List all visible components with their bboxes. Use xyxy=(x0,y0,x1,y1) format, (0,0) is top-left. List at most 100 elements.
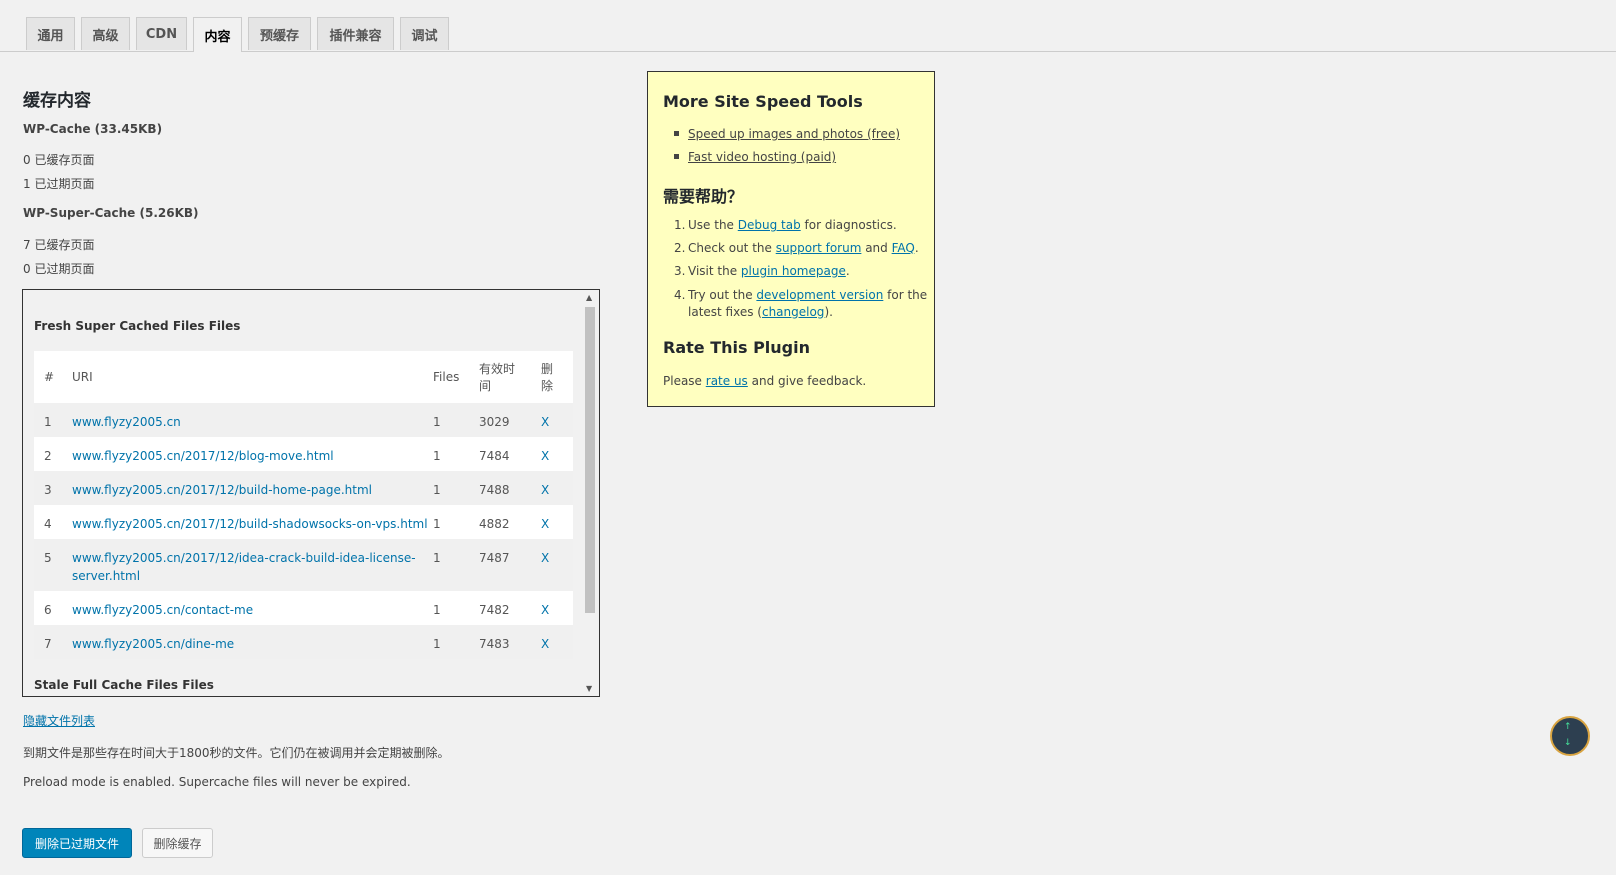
delete-expired-button[interactable]: 删除已过期文件 xyxy=(22,828,132,858)
wp-cache-label: WP-Cache (33.45KB) xyxy=(23,122,163,136)
step-number: 4. xyxy=(674,288,686,302)
scroll-thumb[interactable] xyxy=(585,307,595,613)
scroll-down-arrow-icon[interactable]: ▼ xyxy=(586,684,592,693)
cache-contents-heading: 缓存内容 xyxy=(23,91,91,111)
filebox-scrollbar[interactable]: ▲ ▼ xyxy=(582,291,598,695)
row-uri-link[interactable]: www.flyzy2005.cn/2017/12/build-shadowsoc… xyxy=(72,517,428,531)
row-delete-link[interactable]: X xyxy=(541,449,549,463)
help-sidebar: More Site Speed Tools Speed up images an… xyxy=(647,71,935,407)
upload-arrow-icon: ↑ xyxy=(1564,722,1572,732)
rate-us-link[interactable]: rate us xyxy=(706,374,748,388)
table-row: 1 www.flyzy2005.cn 1 3029 X xyxy=(34,403,573,437)
row-num: 1 xyxy=(44,415,52,429)
tab-plugins[interactable]: 插件兼容 xyxy=(317,17,394,50)
table-row: 5 www.flyzy2005.cn/2017/12/idea-crack-bu… xyxy=(34,539,573,591)
fresh-files-table: # URI Files 有效时间 删除 1 www.flyzy2005.cn 1… xyxy=(34,351,573,659)
network-speed-widget[interactable]: ↑ ↓ xyxy=(1550,716,1590,756)
row-age: 7482 xyxy=(479,603,510,617)
col-header-delete: 删除 xyxy=(541,362,554,393)
row-age: 4882 xyxy=(479,517,510,531)
rate-plugin-heading: Rate This Plugin xyxy=(663,338,810,357)
row-files: 1 xyxy=(433,517,441,531)
row-delete-link[interactable]: X xyxy=(541,517,549,531)
step-number: 1. xyxy=(674,218,686,232)
row-files: 1 xyxy=(433,551,441,565)
row-uri-link[interactable]: www.flyzy2005.cn/2017/12/idea-crack-buil… xyxy=(72,551,416,583)
row-uri-link[interactable]: www.flyzy2005.cn/dine-me xyxy=(72,637,234,651)
changelog-link[interactable]: changelog xyxy=(762,305,824,319)
wp-cache-expired-count: 1 已过期页面 xyxy=(23,177,95,191)
wp-cache-cached-count: 0 已缓存页面 xyxy=(23,153,95,167)
col-header-files: Files xyxy=(433,370,460,384)
help-step-4-continued: latest fixes (changelog). xyxy=(688,305,833,319)
table-row: 6 www.flyzy2005.cn/contact-me 1 7482 X xyxy=(34,591,573,625)
col-header-num: # xyxy=(44,370,55,384)
row-uri-link[interactable]: www.flyzy2005.cn/2017/12/blog-move.html xyxy=(72,449,334,463)
row-uri-link[interactable]: www.flyzy2005.cn/2017/12/build-home-page… xyxy=(72,483,372,497)
tab-contents[interactable]: 内容 xyxy=(193,17,242,52)
help-step-3: Visit the plugin homepage. xyxy=(688,264,850,278)
tab-debug[interactable]: 调试 xyxy=(400,17,449,50)
scroll-up-arrow-icon[interactable]: ▲ xyxy=(586,293,592,302)
step-number: 3. xyxy=(674,264,686,278)
row-delete-link[interactable]: X xyxy=(541,483,549,497)
bullet-icon xyxy=(674,154,679,159)
col-header-age: 有效时间 xyxy=(479,362,516,393)
speed-up-images-link[interactable]: Speed up images and photos (free) xyxy=(688,127,900,141)
cached-files-list[interactable]: Fresh Super Cached Files Files # URI Fil… xyxy=(22,289,600,697)
row-delete-link[interactable]: X xyxy=(541,603,549,617)
row-files: 1 xyxy=(433,637,441,651)
row-uri-link[interactable]: www.flyzy2005.cn xyxy=(72,415,181,429)
expired-files-note: 到期文件是那些存在时间大于1800秒的文件。它们仍在被调用并会定期被删除。 xyxy=(23,746,450,760)
super-cache-cached-count: 7 已缓存页面 xyxy=(23,238,95,252)
table-row: 2 www.flyzy2005.cn/2017/12/blog-move.htm… xyxy=(34,437,573,471)
tab-advanced[interactable]: 高级 xyxy=(81,17,130,50)
table-row: 7 www.flyzy2005.cn/dine-me 1 7483 X xyxy=(34,625,573,659)
support-forum-link[interactable]: support forum xyxy=(776,241,862,255)
row-age: 7487 xyxy=(479,551,510,565)
development-version-link[interactable]: development version xyxy=(756,288,883,302)
row-age: 7484 xyxy=(479,449,510,463)
row-num: 4 xyxy=(44,517,52,531)
help-step-2: Check out the support forum and FAQ. xyxy=(688,241,919,255)
help-step-1: Use the Debug tab for diagnostics. xyxy=(688,218,897,232)
fresh-files-title: Fresh Super Cached Files Files xyxy=(34,319,241,333)
row-num: 7 xyxy=(44,637,52,651)
help-step-4: Try out the development version for the xyxy=(688,288,928,302)
speed-tools-heading: More Site Speed Tools xyxy=(663,92,863,111)
row-uri-link[interactable]: www.flyzy2005.cn/contact-me xyxy=(72,603,253,617)
hide-file-list-link[interactable]: 隐藏文件列表 xyxy=(23,712,95,729)
tab-cdn[interactable]: CDN xyxy=(136,17,187,50)
rate-plugin-text: Please rate us and give feedback. xyxy=(663,374,867,388)
row-files: 1 xyxy=(433,415,441,429)
row-delete-link[interactable]: X xyxy=(541,415,549,429)
super-cache-label: WP-Super-Cache (5.26KB) xyxy=(23,206,199,220)
debug-tab-link[interactable]: Debug tab xyxy=(738,218,801,232)
row-files: 1 xyxy=(433,449,441,463)
tab-general[interactable]: 通用 xyxy=(26,17,75,50)
row-files: 1 xyxy=(433,483,441,497)
bullet-icon xyxy=(674,131,679,136)
table-row: 3 www.flyzy2005.cn/2017/12/build-home-pa… xyxy=(34,471,573,505)
table-row: 4 www.flyzy2005.cn/2017/12/build-shadows… xyxy=(34,505,573,539)
plugin-homepage-link[interactable]: plugin homepage xyxy=(741,264,846,278)
delete-cache-button[interactable]: 删除缓存 xyxy=(142,828,213,858)
row-age: 3029 xyxy=(479,415,510,429)
row-delete-link[interactable]: X xyxy=(541,637,549,651)
faq-link[interactable]: FAQ xyxy=(892,241,915,255)
super-cache-expired-count: 0 已过期页面 xyxy=(23,262,95,276)
step-number: 2. xyxy=(674,241,686,255)
row-age: 7488 xyxy=(479,483,510,497)
settings-tabs: 通用 高级 CDN 内容 预缓存 插件兼容 调试 xyxy=(0,0,1616,52)
tab-preload[interactable]: 预缓存 xyxy=(248,17,311,50)
row-files: 1 xyxy=(433,603,441,617)
video-hosting-link[interactable]: Fast video hosting (paid) xyxy=(688,150,836,164)
row-num: 6 xyxy=(44,603,52,617)
row-num: 2 xyxy=(44,449,52,463)
preload-mode-note: Preload mode is enabled. Supercache file… xyxy=(23,775,411,789)
table-header-row: # URI Files 有效时间 删除 xyxy=(34,351,573,403)
download-arrow-icon: ↓ xyxy=(1564,738,1572,748)
row-delete-link[interactable]: X xyxy=(541,551,549,565)
row-age: 7483 xyxy=(479,637,510,651)
stale-files-title: Stale Full Cache Files Files xyxy=(34,678,214,692)
